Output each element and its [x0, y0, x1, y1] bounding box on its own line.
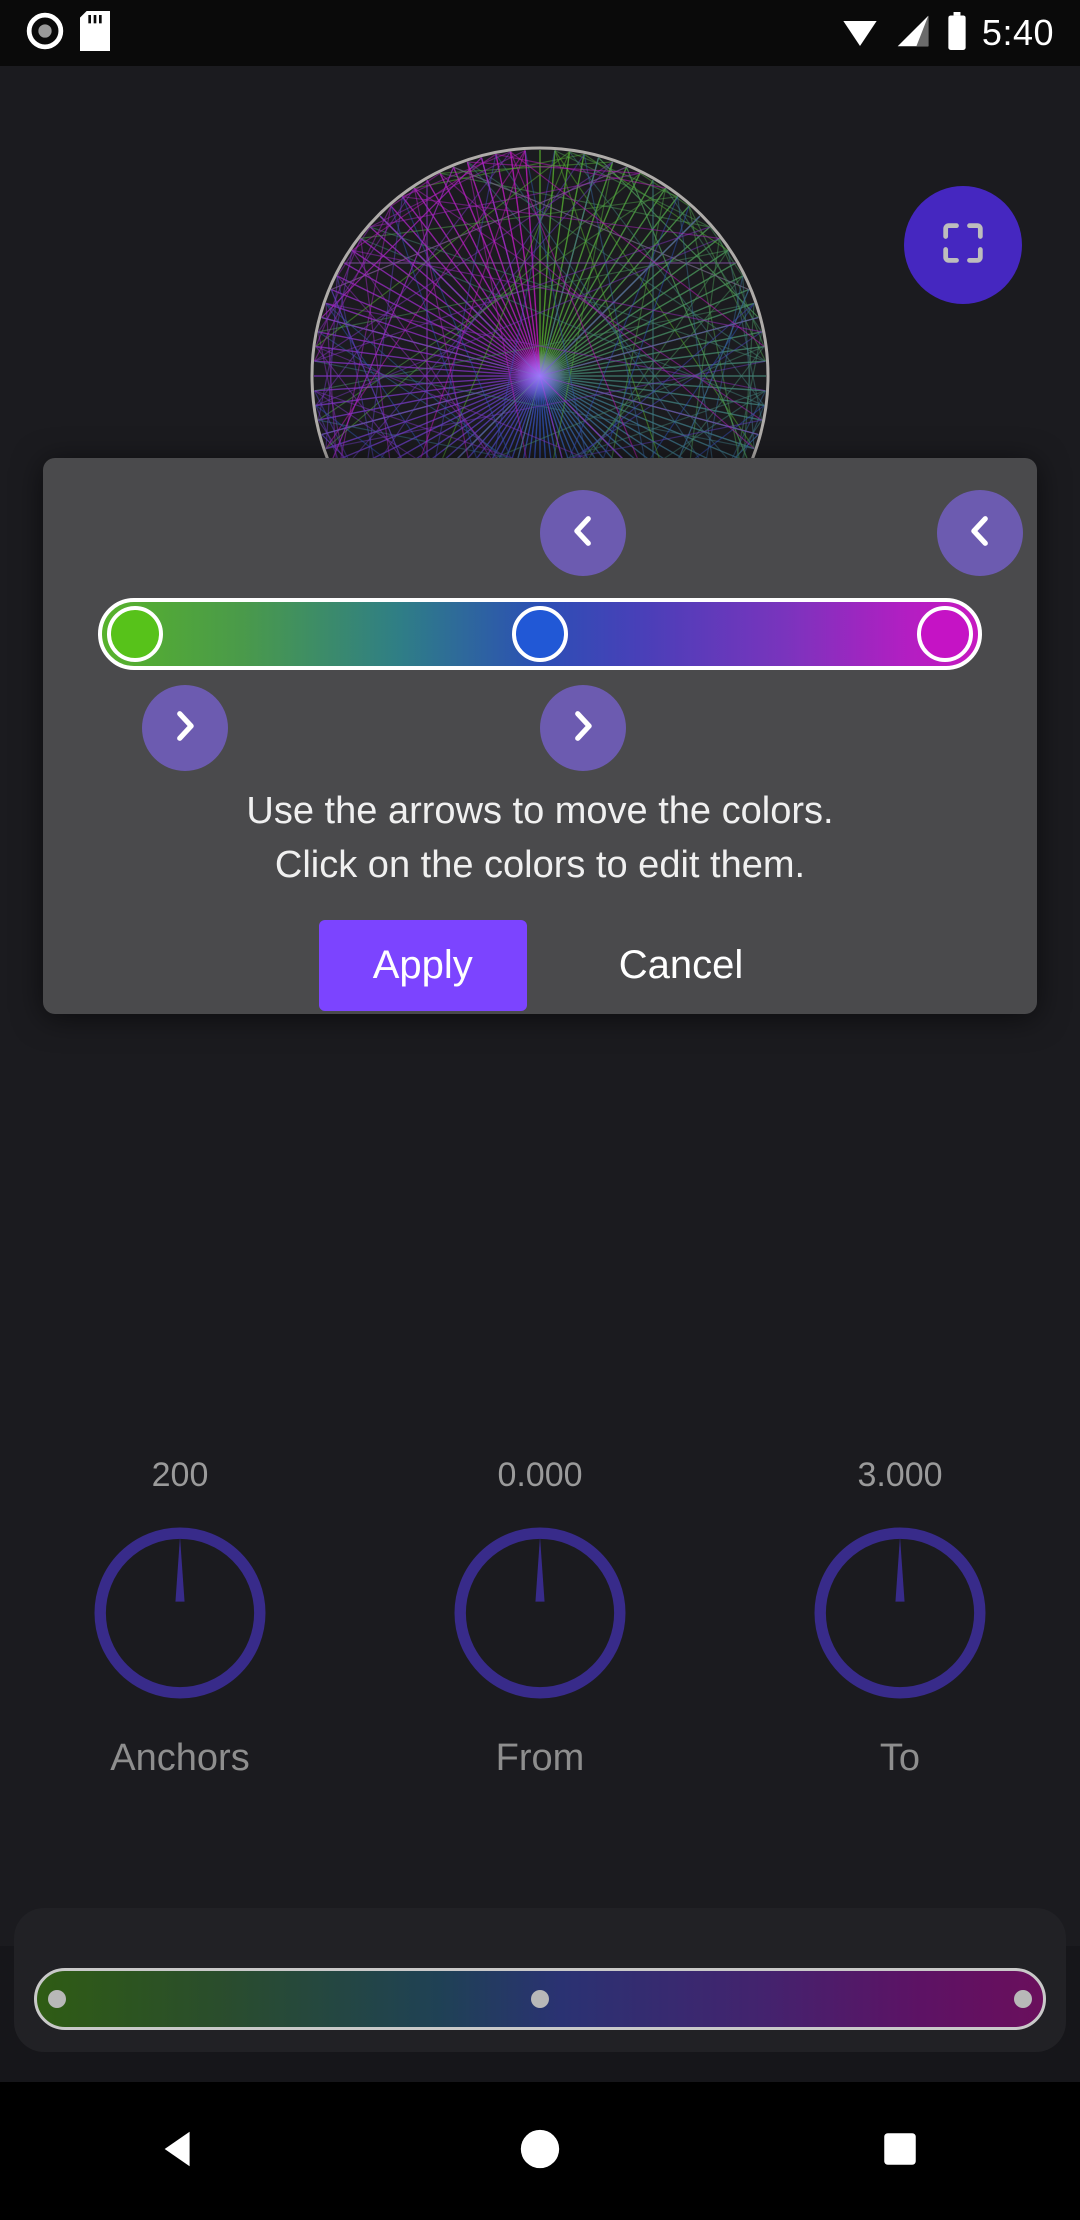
move-right-button-middle[interactable] — [540, 685, 626, 771]
apply-button[interactable]: Apply — [318, 920, 527, 1011]
back-triangle-icon — [157, 2126, 203, 2177]
nav-back-button[interactable] — [80, 2126, 280, 2177]
knob-value-anchors: 200 — [151, 1456, 209, 1494]
hint-line-2: Click on the colors to edit them. — [274, 844, 806, 886]
phone-screen: 5:40 200 Anchors 0.000 From 3.000 To Use… — [0, 0, 1080, 2220]
bottom-handle-2[interactable] — [531, 1990, 549, 2008]
color-gradient-dialog: Use the arrows to move the colors. Click… — [43, 458, 1037, 1014]
status-bar-right-icons: 5:40 — [840, 11, 1080, 55]
chevron-right-icon — [562, 705, 604, 752]
fullscreen-button[interactable] — [904, 186, 1022, 304]
record-icon — [26, 12, 64, 55]
cell-signal-icon — [894, 14, 932, 53]
status-bar: 5:40 — [0, 0, 1080, 66]
fullscreen-icon — [937, 217, 989, 274]
wifi-icon — [840, 14, 880, 53]
knob-row: 200 Anchors 0.000 From 3.000 To — [0, 1456, 1080, 1780]
nav-recents-button[interactable] — [800, 2128, 1000, 2175]
battery-icon — [946, 11, 968, 55]
chevron-left-icon — [562, 510, 604, 557]
knob-value-from: 0.000 — [497, 1456, 583, 1494]
knob-dial-anchors[interactable] — [85, 1518, 275, 1713]
android-nav-bar — [0, 2082, 1080, 2220]
chevron-left-icon — [959, 510, 1001, 557]
knob-to[interactable]: 3.000 To — [750, 1456, 1050, 1780]
bottom-gradient-slider[interactable] — [34, 1968, 1046, 2030]
gradient-slider[interactable] — [98, 598, 982, 670]
home-circle-icon — [517, 2126, 563, 2177]
color-handle-green[interactable] — [107, 606, 164, 662]
bottom-handle-1[interactable] — [48, 1990, 67, 2008]
move-right-button-left[interactable] — [142, 685, 228, 771]
move-left-button-middle[interactable] — [540, 490, 626, 576]
hint-line-1: Use the arrows to move the colors. — [246, 790, 834, 832]
color-handle-blue[interactable] — [512, 606, 568, 662]
knob-dial-from[interactable] — [445, 1518, 635, 1713]
knob-anchors[interactable]: 200 Anchors — [30, 1456, 330, 1780]
knob-label-to: To — [879, 1737, 921, 1779]
nav-home-button[interactable] — [440, 2126, 640, 2177]
knob-value-to: 3.000 — [857, 1456, 943, 1494]
knob-label-anchors: Anchors — [110, 1737, 250, 1779]
bottom-handle-3[interactable] — [1013, 1990, 1032, 2008]
dialog-hint-text: Use the arrows to move the colors. Click… — [43, 784, 1037, 892]
cancel-button[interactable]: Cancel — [601, 920, 762, 1011]
sd-card-icon — [80, 10, 110, 56]
knob-from[interactable]: 0.000 From — [390, 1456, 690, 1780]
status-bar-clock: 5:40 — [981, 12, 1054, 53]
move-left-button-right[interactable] — [937, 490, 1023, 576]
knob-label-from: From — [495, 1737, 585, 1779]
chevron-right-icon — [164, 705, 206, 752]
status-bar-left-icons — [0, 10, 110, 56]
knob-dial-to[interactable] — [805, 1518, 995, 1713]
dialog-actions: Apply Cancel — [43, 920, 1037, 1011]
recents-square-icon — [879, 2128, 921, 2175]
color-handle-magenta[interactable] — [916, 606, 973, 662]
